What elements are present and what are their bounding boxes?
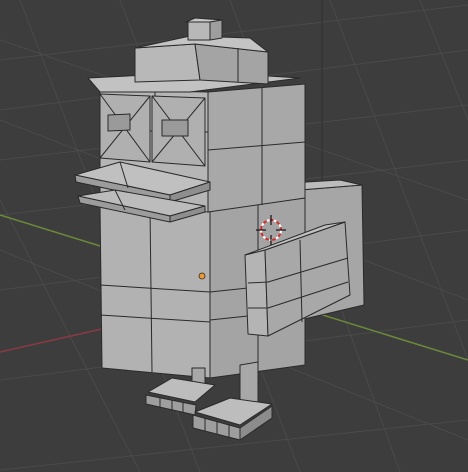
hat-front: [134, 43, 201, 83]
object-origin-icon[interactable]: [198, 272, 206, 280]
hat-knob-front: [187, 21, 211, 41]
duck-mesh[interactable]: [74, 17, 365, 441]
left-eye: [107, 113, 131, 132]
wing-front: [244, 249, 269, 337]
body-front: [99, 204, 211, 379]
right-eye: [161, 119, 189, 137]
hat-knob-side: [209, 19, 223, 41]
viewport-canvas[interactable]: [0, 0, 468, 472]
head-side: [207, 83, 306, 213]
3d-viewport[interactable]: [0, 0, 468, 472]
